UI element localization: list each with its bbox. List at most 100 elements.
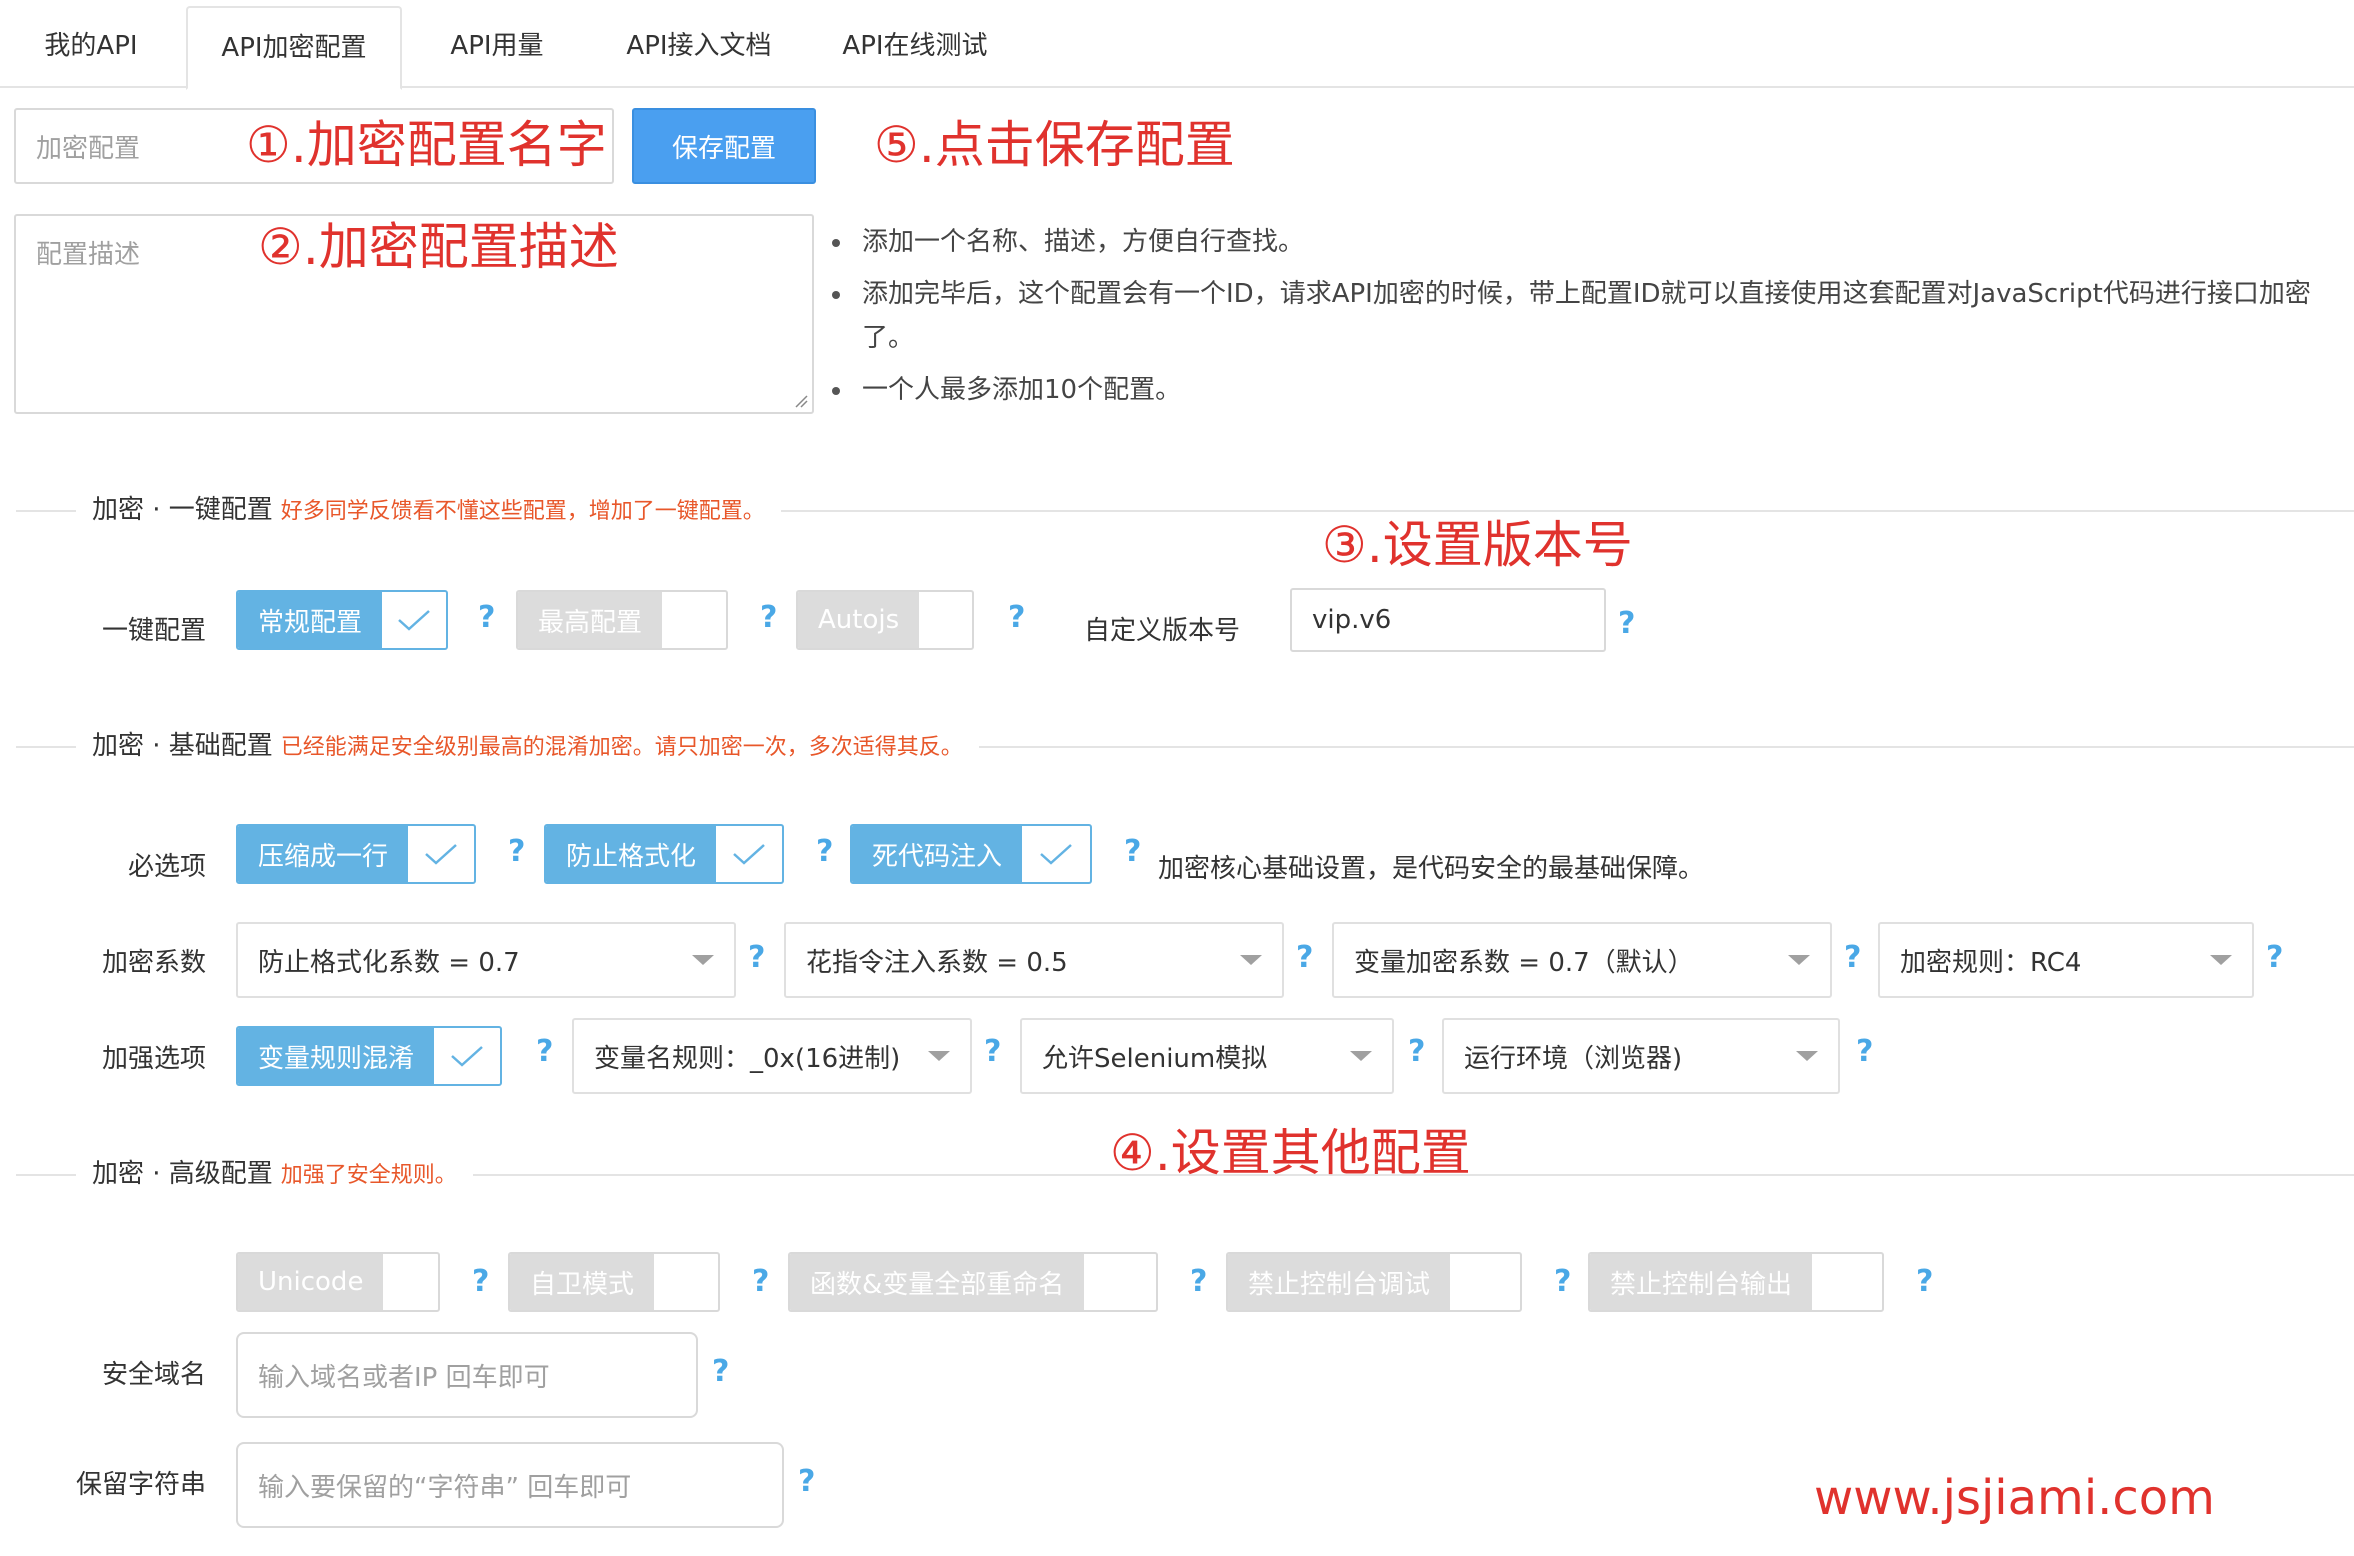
checkbox-disable-console-debug[interactable]: 禁止控制台调试 [1226, 1252, 1522, 1312]
tab-api-encrypt-config[interactable]: API加密配置 [186, 6, 402, 90]
safe-domain-placeholder: 输入域名或者IP 回车即可 [258, 1362, 550, 1393]
help-icon[interactable]: ? [798, 1464, 815, 1499]
tip-item: 添加完毕后，这个配置会有一个ID，请求API加密的时候，带上配置ID就可以直接使… [828, 272, 2348, 360]
checkbox-rename-all[interactable]: 函数&变量全部重命名 [788, 1252, 1158, 1312]
help-icon[interactable]: ? [712, 1354, 729, 1389]
checkbox-regular-config[interactable]: 常规配置 [236, 590, 448, 650]
custom-version-value: vip.v6 [1312, 605, 1392, 635]
config-name-placeholder: 加密配置 [36, 133, 141, 164]
help-icon[interactable]: ? [1554, 1264, 1571, 1299]
bullet-icon [832, 387, 840, 395]
help-icon[interactable]: ? [752, 1264, 769, 1299]
help-icon[interactable]: ? [508, 834, 525, 869]
chevron-down-icon [2210, 955, 2232, 965]
section-quick-config: 加密 · 一键配置 好多同学反馈看不懂这些配置，增加了一键配置。 [16, 490, 2354, 532]
help-icon[interactable]: ? [1296, 940, 1313, 975]
select-var-encrypt-coef[interactable]: 变量加密系数 = 0.7（默认） [1332, 922, 1832, 998]
help-icon[interactable]: ? [1844, 940, 1861, 975]
chevron-down-icon [1796, 1051, 1818, 1061]
help-icon[interactable]: ? [816, 834, 833, 869]
check-icon [398, 610, 430, 631]
annotation-save-config: ⑤.点击保存配置 [874, 116, 1235, 174]
chevron-down-icon [1350, 1051, 1372, 1061]
chevron-down-icon [928, 1051, 950, 1061]
tip-item: 添加一个名称、描述，方便自行查找。 [828, 220, 2348, 264]
checkbox-label: 压缩成一行 [238, 826, 409, 882]
checkbox-label: 禁止控制台输出 [1590, 1254, 1813, 1310]
help-icon[interactable]: ? [1916, 1264, 1933, 1299]
checkbox-label: 禁止控制台调试 [1228, 1254, 1451, 1310]
safe-domain-input[interactable]: 输入域名或者IP 回车即可 [236, 1332, 698, 1418]
checkbox-label: 常规配置 [238, 592, 383, 648]
checkbox-compress-one-line[interactable]: 压缩成一行 [236, 824, 476, 884]
save-config-button[interactable]: 保存配置 [632, 108, 816, 184]
checkbox-disable-console-output[interactable]: 禁止控制台输出 [1588, 1252, 1884, 1312]
annotation-version: ③.设置版本号 [1322, 516, 1633, 574]
required-note: 加密核心基础设置，是代码安全的最基础保障。 [1158, 854, 1705, 884]
help-icon[interactable]: ? [2266, 940, 2283, 975]
annotation-other-config: ④.设置其他配置 [1110, 1124, 1471, 1182]
section-note: 好多同学反馈看不懂这些配置，增加了一键配置。 [280, 499, 765, 524]
section-title: 加密 · 一键配置 好多同学反馈看不懂这些配置，增加了一键配置。 [76, 490, 781, 532]
check-icon [425, 844, 457, 865]
help-icon[interactable]: ? [536, 1034, 553, 1069]
help-icon[interactable]: ? [472, 1264, 489, 1299]
required-label: 必选项 [127, 852, 206, 882]
quick-config-label: 一键配置 [101, 616, 206, 646]
select-junk-inject-coef[interactable]: 花指令注入系数 = 0.5 [784, 922, 1284, 998]
bullet-icon [832, 239, 840, 247]
tab-my-api[interactable]: 我的API [20, 0, 162, 88]
checkbox-label: 变量规则混淆 [238, 1028, 435, 1084]
annotation-config-description: ②.加密配置描述 [258, 218, 619, 276]
checkbox-label: Autojs [798, 592, 920, 648]
custom-version-input[interactable]: vip.v6 [1290, 588, 1606, 652]
checkbox-dead-code-inject[interactable]: 死代码注入 [850, 824, 1092, 884]
select-allow-selenium[interactable]: 允许Selenium模拟 [1020, 1018, 1394, 1094]
help-icon[interactable]: ? [1618, 606, 1635, 641]
reserve-string-label: 保留字符串 [75, 1470, 206, 1500]
checkbox-label: Unicode [238, 1254, 384, 1310]
check-icon [1040, 844, 1072, 865]
select-runtime-env[interactable]: 运行环境（浏览器) [1442, 1018, 1840, 1094]
checkbox-var-rule-obfuscate[interactable]: 变量规则混淆 [236, 1026, 502, 1086]
chevron-down-icon [692, 955, 714, 965]
safe-domain-label: 安全域名 [101, 1360, 206, 1390]
checkbox-label: 自卫模式 [510, 1254, 655, 1310]
help-icon[interactable]: ? [1124, 834, 1141, 869]
tab-api-online-test[interactable]: API在线测试 [822, 0, 1008, 88]
config-description-placeholder: 配置描述 [36, 240, 141, 270]
help-icon[interactable]: ? [1408, 1034, 1425, 1069]
checkbox-unicode[interactable]: Unicode [236, 1252, 440, 1312]
chevron-down-icon [1240, 955, 1262, 965]
tip-item: 一个人最多添加10个配置。 [828, 368, 2348, 412]
select-encrypt-rule[interactable]: 加密规则：RC4 [1878, 922, 2254, 998]
coef-label: 加密系数 [101, 948, 206, 978]
resize-grip-icon[interactable] [794, 394, 808, 408]
section-title: 加密 · 高级配置 加强了安全规则。 [76, 1154, 473, 1196]
help-icon[interactable]: ? [478, 600, 495, 635]
tab-api-docs[interactable]: API接入文档 [604, 0, 794, 88]
chevron-down-icon [1788, 955, 1810, 965]
tab-bar: 我的API API加密配置 API用量 API接入文档 API在线测试 [0, 0, 2354, 90]
checkbox-label: 防止格式化 [546, 826, 717, 882]
watermark: www.jsjiami.com [1814, 1470, 2215, 1526]
check-icon [451, 1046, 483, 1067]
reserve-string-input[interactable]: 输入要保留的“字符串” 回车即可 [236, 1442, 784, 1528]
checkbox-max-config[interactable]: 最高配置 [516, 590, 728, 650]
tips-list: 添加一个名称、描述，方便自行查找。 添加完毕后，这个配置会有一个ID，请求API… [828, 220, 2348, 420]
checkbox-autojs[interactable]: Autojs [796, 590, 974, 650]
help-icon[interactable]: ? [748, 940, 765, 975]
annotation-config-name: ①.加密配置名字 [246, 116, 607, 174]
select-prevent-format-coef[interactable]: 防止格式化系数 = 0.7 [236, 922, 736, 998]
checkbox-prevent-format[interactable]: 防止格式化 [544, 824, 784, 884]
help-icon[interactable]: ? [1190, 1264, 1207, 1299]
tab-api-usage[interactable]: API用量 [428, 0, 566, 88]
select-var-name-rule[interactable]: 变量名规则：_0x(16进制) [572, 1018, 972, 1094]
help-icon[interactable]: ? [1008, 600, 1025, 635]
check-icon [733, 844, 765, 865]
help-icon[interactable]: ? [1856, 1034, 1873, 1069]
help-icon[interactable]: ? [760, 600, 777, 635]
checkbox-self-defense[interactable]: 自卫模式 [508, 1252, 720, 1312]
help-icon[interactable]: ? [984, 1034, 1001, 1069]
section-title: 加密 · 基础配置 已经能满足安全级别最高的混淆加密。请只加密一次，多次适得其反。 [76, 726, 979, 768]
